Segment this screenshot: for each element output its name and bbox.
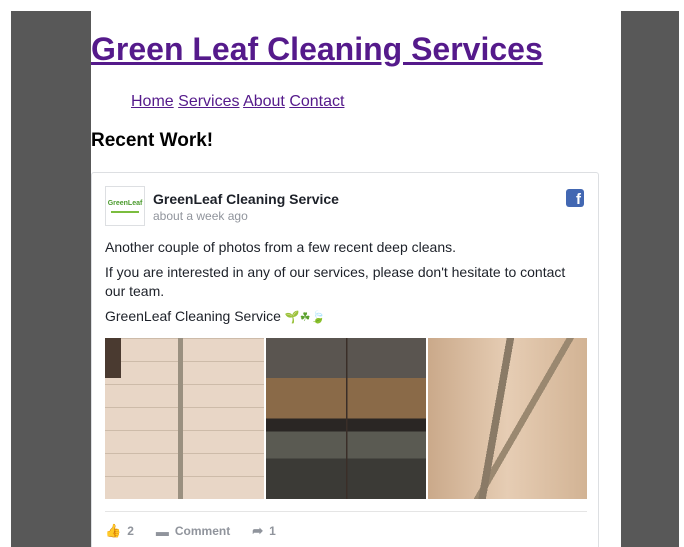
- signature-text: GreenLeaf Cleaning Service: [105, 308, 281, 324]
- share-button[interactable]: ➦ 1: [252, 523, 276, 539]
- facebook-post-card: GreenLeaf GreenLeaf Cleaning Service abo…: [91, 172, 599, 547]
- logo-text: GreenLeaf: [107, 199, 143, 207]
- oven-photo[interactable]: [266, 338, 426, 499]
- nav-link-home[interactable]: Home: [131, 93, 174, 110]
- nav-link-about[interactable]: About: [243, 93, 285, 110]
- section-heading: Recent Work!: [91, 130, 214, 151]
- shower-photo[interactable]: [105, 338, 265, 499]
- nav-link-services[interactable]: Services: [178, 93, 239, 110]
- share-arrow-icon: ➦: [252, 523, 264, 538]
- nav-menu: Home Services About Contact: [131, 93, 344, 111]
- logo-line: [111, 210, 139, 213]
- like-count: 2: [127, 524, 134, 538]
- share-count: 1: [269, 524, 276, 538]
- browser-frame: Green Leaf Cleaning Services Home Servic…: [11, 11, 679, 547]
- page: Green Leaf Cleaning Services Home Servic…: [91, 11, 621, 547]
- post-actions: 👍 2 ▬ Comment ➦ 1: [105, 523, 276, 539]
- comment-icon: ▬: [155, 523, 169, 539]
- comment-label: Comment: [174, 524, 231, 538]
- page-avatar[interactable]: GreenLeaf: [105, 186, 145, 226]
- like-button[interactable]: 👍 2: [105, 523, 134, 539]
- comment-button[interactable]: ▬ Comment: [156, 523, 230, 539]
- floor-corner-photo[interactable]: [427, 338, 587, 499]
- photo-grid: [105, 338, 587, 499]
- post-paragraph: Another couple of photos from a few rece…: [105, 239, 456, 255]
- site-title-link[interactable]: Green Leaf Cleaning Services: [91, 31, 543, 68]
- post-paragraph: If you are interested in any of our serv…: [105, 264, 566, 299]
- nav-link-contact[interactable]: Contact: [289, 93, 344, 110]
- divider: [105, 511, 587, 512]
- post-page-name[interactable]: GreenLeaf Cleaning Service: [153, 191, 339, 207]
- thumbs-up-icon: 👍: [105, 523, 122, 538]
- post-signature: GreenLeaf Cleaning Service 🌱☘🍃: [105, 307, 585, 327]
- sprout-emoji-icon: 🌱☘🍃: [284, 310, 326, 324]
- post-timestamp[interactable]: about a week ago: [153, 209, 248, 223]
- post-body: Another couple of photos from a few rece…: [105, 238, 585, 333]
- facebook-icon[interactable]: f: [566, 189, 584, 207]
